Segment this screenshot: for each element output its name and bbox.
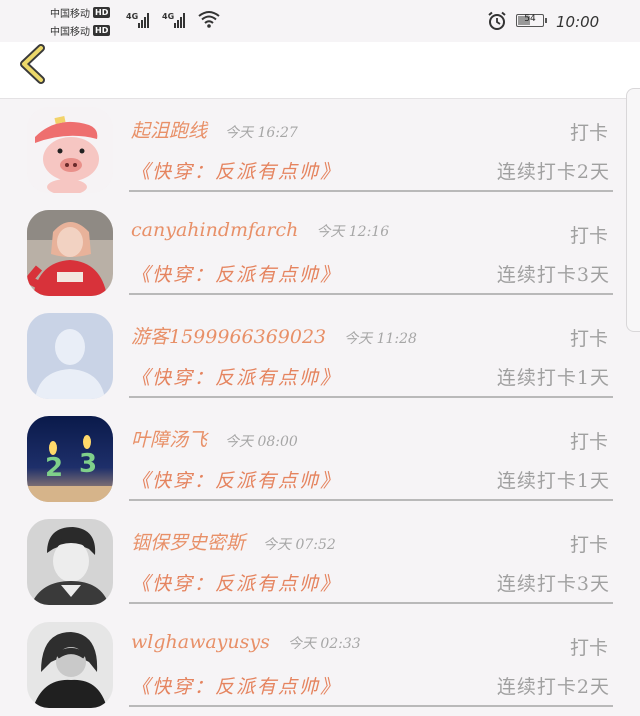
network-type-1: 4G — [126, 12, 139, 21]
divider — [129, 602, 613, 604]
book-title[interactable]: 《快穿：反派有点帅》 — [131, 672, 341, 699]
streak-label: 连续打卡1天 — [496, 367, 610, 389]
carrier-1: 中国移动 HD — [50, 5, 111, 20]
status-bar: 中国移动 HD 中国移动 HD 4G 4G 54 10:00 — [0, 0, 640, 42]
checkin-item[interactable]: wlghawayusys 今天 02:33 打卡 《快穿：反派有点帅》 连续打卡… — [0, 613, 640, 716]
chevron-left-icon — [20, 44, 45, 84]
carrier-name-2: 中国移动 — [50, 27, 90, 38]
checkin-item[interactable]: 2 3 叶障汤飞 今天 08:00 打卡 《快穿：反派有点帅》 连续打卡1天 — [0, 407, 640, 510]
checkin-time: 今天 07:52 — [263, 537, 336, 553]
nav-bar — [0, 42, 640, 99]
default-user-avatar[interactable] — [27, 313, 113, 399]
user-name[interactable]: wlghawayusys — [131, 631, 270, 653]
checkin-list: 起沮跑线 今天 16:27 打卡 《快穿：反派有点帅》 连续打卡2天 canya… — [0, 98, 640, 716]
streak-label: 连续打卡2天 — [496, 676, 610, 698]
cartoon-pig-avatar[interactable] — [27, 107, 113, 193]
girl-bw-portrait-avatar[interactable] — [27, 622, 113, 708]
status-time: 10:00 — [556, 13, 600, 31]
battery-icon: 54 — [516, 14, 547, 27]
checkin-time: 今天 16:27 — [225, 125, 298, 141]
hd-badge-2: HD — [93, 25, 111, 36]
checkin-header: wlghawayusys 今天 02:33 — [131, 631, 361, 653]
divider — [129, 190, 613, 192]
hd-badge-1: HD — [93, 7, 111, 18]
book-title[interactable]: 《快穿：反派有点帅》 — [131, 569, 341, 596]
checkin-button[interactable]: 打卡 — [570, 633, 608, 660]
checkin-item[interactable]: 铟保罗史密斯 今天 07:52 打卡 《快穿：反派有点帅》 连续打卡3天 — [0, 510, 640, 613]
user-name[interactable]: 铟保罗史密斯 — [131, 528, 245, 555]
checkin-header: 游客1599966369023 今天 11:28 — [131, 322, 417, 349]
checkin-time: 今天 12:16 — [316, 224, 390, 240]
user-name[interactable]: 叶障汤飞 — [131, 425, 207, 452]
checkin-button[interactable]: 打卡 — [570, 530, 608, 557]
streak-label: 连续打卡3天 — [496, 573, 610, 595]
checkin-button[interactable]: 打卡 — [570, 118, 608, 145]
carrier-name-1: 中国移动 — [50, 9, 90, 20]
boy-portrait-avatar[interactable] — [27, 519, 113, 605]
checkin-button[interactable]: 打卡 — [570, 221, 608, 248]
checkin-time: 今天 11:28 — [344, 331, 417, 347]
book-title[interactable]: 《快穿：反派有点帅》 — [131, 466, 341, 493]
checkin-header: 铟保罗史密斯 今天 07:52 — [131, 528, 336, 555]
divider — [129, 293, 613, 295]
checkin-button[interactable]: 打卡 — [570, 324, 608, 351]
checkin-time: 今天 02:33 — [287, 636, 361, 652]
wifi-icon — [198, 11, 220, 28]
carrier-2: 中国移动 HD — [50, 23, 111, 38]
checkin-header: 叶障汤飞 今天 08:00 — [131, 425, 298, 452]
signal-1-icon — [138, 12, 149, 28]
back-button[interactable] — [14, 42, 54, 98]
divider — [129, 705, 613, 707]
divider — [129, 396, 613, 398]
signal-2-icon — [174, 12, 185, 28]
svg-text:2: 2 — [45, 453, 63, 483]
svg-text:3: 3 — [79, 449, 97, 479]
book-title[interactable]: 《快穿：反派有点帅》 — [131, 363, 341, 390]
book-title[interactable]: 《快穿：反派有点帅》 — [131, 157, 341, 184]
book-title[interactable]: 《快穿：反派有点帅》 — [131, 260, 341, 287]
checkin-item[interactable]: canyahindmfarch 今天 12:16 打卡 《快穿：反派有点帅》 连… — [0, 201, 640, 304]
alarm-icon — [488, 11, 506, 30]
checkin-item[interactable]: 游客1599966369023 今天 11:28 打卡 《快穿：反派有点帅》 连… — [0, 304, 640, 407]
streak-label: 连续打卡2天 — [496, 161, 610, 183]
network-type-2: 4G — [162, 12, 175, 21]
girl-red-sweater-avatar[interactable] — [27, 210, 113, 296]
checkin-header: canyahindmfarch 今天 12:16 — [131, 219, 389, 241]
user-name[interactable]: 起沮跑线 — [131, 116, 207, 143]
user-name[interactable]: canyahindmfarch — [131, 219, 298, 241]
checkin-time: 今天 08:00 — [225, 434, 298, 450]
birthday-candles-avatar[interactable]: 2 3 — [27, 416, 113, 502]
streak-label: 连续打卡1天 — [496, 470, 610, 492]
checkin-item[interactable]: 起沮跑线 今天 16:27 打卡 《快穿：反派有点帅》 连续打卡2天 — [0, 98, 640, 201]
divider — [129, 499, 613, 501]
battery-level: 54 — [524, 14, 536, 24]
checkin-header: 起沮跑线 今天 16:27 — [131, 116, 298, 143]
user-name[interactable]: 游客1599966369023 — [131, 322, 326, 349]
streak-label: 连续打卡3天 — [496, 264, 610, 286]
checkin-button[interactable]: 打卡 — [570, 427, 608, 454]
